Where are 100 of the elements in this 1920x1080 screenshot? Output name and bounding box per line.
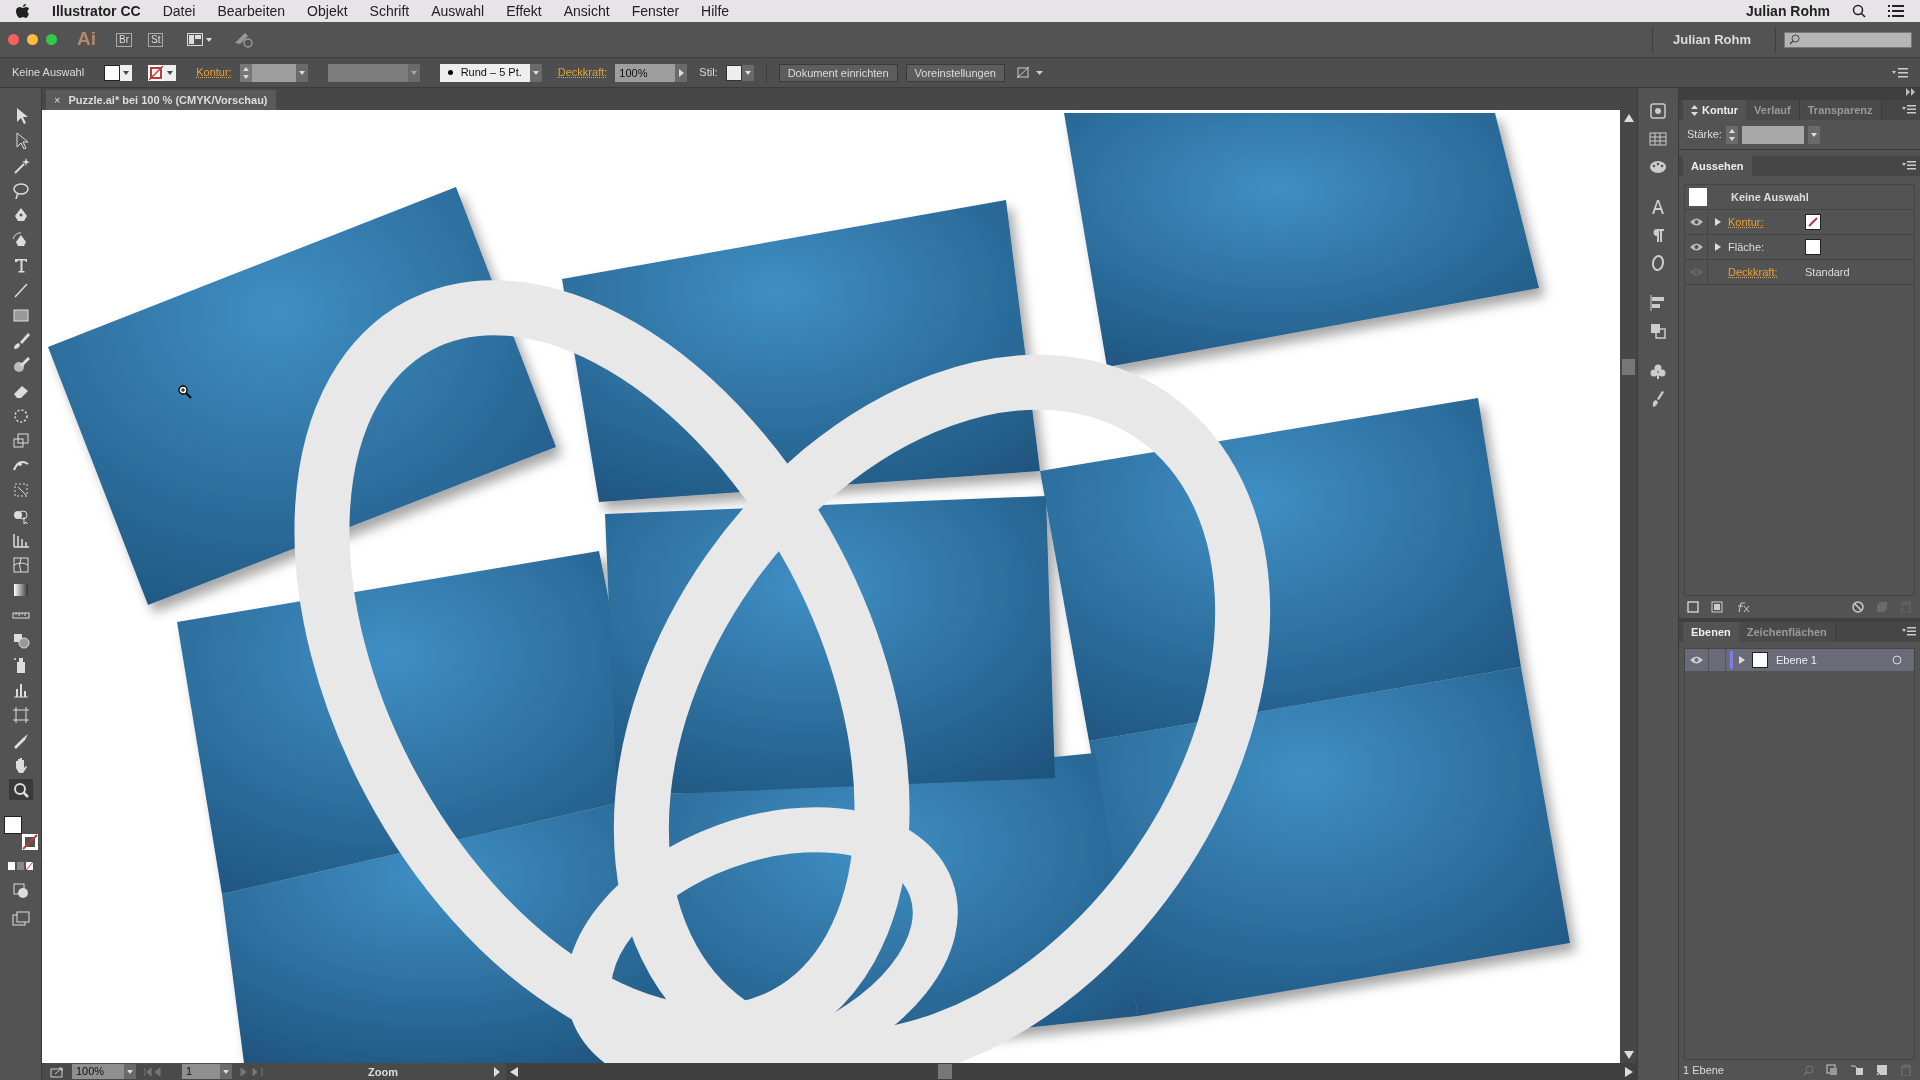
document-tab[interactable]: × Puzzle.ai* bei 100 % (CMYK/Vorschau)	[46, 90, 276, 110]
menu-item[interactable]: Ansicht	[563, 0, 610, 22]
expand-triangle-icon[interactable]	[1715, 243, 1721, 251]
share-icon[interactable]	[50, 1065, 64, 1078]
appearance-link[interactable]: Deckkraft:	[1728, 263, 1805, 281]
pathfinder-icon[interactable]	[1649, 322, 1667, 340]
scroll-down-icon[interactable]	[1623, 1051, 1634, 1059]
stock-button[interactable]: St	[148, 32, 164, 47]
status-menu-arrow-icon[interactable]	[492, 1066, 502, 1077]
scale-tool-icon[interactable]	[11, 430, 30, 449]
stroke-weight-field[interactable]	[1741, 125, 1804, 144]
menu-item[interactable]: Hilfe	[701, 0, 730, 22]
tab-close-icon[interactable]: ×	[54, 91, 61, 109]
panel-tab[interactable]: Zeichenflächen	[1738, 622, 1836, 642]
zoom-level-field[interactable]: 100%	[72, 1064, 124, 1079]
stroke-none-swatch-icon[interactable]	[21, 834, 38, 850]
arrange-documents-icon[interactable]	[187, 32, 214, 47]
panel-menu-icon[interactable]	[1902, 105, 1916, 114]
close-window-icon[interactable]	[8, 34, 19, 45]
panel-menu-icon[interactable]	[1902, 627, 1916, 636]
stroke-none-swatch-icon[interactable]	[148, 64, 165, 81]
panel-tab[interactable]: Verlauf	[1746, 100, 1800, 120]
swatches-icon[interactable]	[1649, 130, 1667, 148]
scroll-thumb[interactable]	[938, 1064, 952, 1079]
panel-tab[interactable]: Kontur	[1683, 100, 1747, 120]
zoom-tool-icon[interactable]	[11, 780, 30, 799]
clear-appearance-icon[interactable]	[1852, 601, 1864, 613]
menu-item[interactable]: Auswahl	[431, 0, 485, 22]
horizontal-scrollbar[interactable]	[506, 1063, 1637, 1080]
menu-item[interactable]: Schrift	[369, 0, 410, 22]
free-transform-tool-icon[interactable]	[11, 480, 30, 499]
scroll-right-icon[interactable]	[1625, 1066, 1633, 1077]
minimize-window-icon[interactable]	[27, 34, 38, 45]
opacity-label[interactable]: Deckkraft:	[557, 64, 608, 81]
vertical-scrollbar[interactable]	[1620, 110, 1637, 1063]
fill-color-swatch[interactable]	[3, 816, 22, 834]
scroll-left-icon[interactable]	[510, 1066, 518, 1077]
scroll-thumb[interactable]	[1622, 358, 1635, 375]
workspace-switcher[interactable]: Julian Rohm	[1673, 29, 1751, 50]
visibility-eye-icon[interactable]	[1689, 218, 1703, 226]
add-fill-icon[interactable]	[1711, 601, 1723, 613]
character-icon[interactable]	[1649, 198, 1667, 216]
appearance-link[interactable]: Kontur:	[1728, 213, 1805, 231]
panel-tab[interactable]: Transparenz	[1799, 100, 1882, 120]
apple-logo-icon[interactable]	[16, 3, 30, 19]
menu-item[interactable]: Effekt	[506, 0, 542, 22]
color-mode-icons[interactable]	[7, 862, 34, 871]
opentype-icon[interactable]	[1649, 254, 1667, 272]
brush-definition-dropdown[interactable]: Rund – 5 Pt.	[439, 63, 530, 82]
graphic-style-swatch[interactable]	[725, 64, 742, 81]
panel-tab[interactable]: Ebenen	[1683, 622, 1739, 642]
list-menu-icon[interactable]	[1888, 5, 1904, 17]
search-field[interactable]	[1784, 31, 1912, 48]
app-name-menu[interactable]: Illustrator CC	[52, 0, 141, 22]
artboard-number-field[interactable]: 1	[182, 1064, 220, 1079]
target-circle-icon[interactable]	[1892, 655, 1902, 665]
symbols-icon[interactable]	[1649, 362, 1667, 380]
expand-triangle-icon[interactable]	[1739, 656, 1746, 664]
stepper-icon[interactable]	[1725, 125, 1738, 144]
control-bar-button[interactable]: Dokument einrichten	[778, 63, 898, 82]
align-icon[interactable]	[1649, 294, 1667, 312]
new-sublayer-icon[interactable]	[1850, 1064, 1864, 1076]
mesh-tool-icon[interactable]	[11, 555, 30, 574]
clipping-mask-icon[interactable]	[1826, 1064, 1838, 1076]
fill-swatch-icon[interactable]	[1805, 239, 1821, 255]
screen-mode-icon[interactable]	[11, 911, 30, 927]
panel-collapse-arrows-icon[interactable]	[1691, 104, 1698, 116]
expand-triangle-icon[interactable]	[1715, 218, 1721, 226]
lasso-tool-icon[interactable]	[11, 180, 30, 199]
stepper-icon[interactable]	[239, 63, 252, 82]
paintbrush-tool-icon[interactable]	[11, 330, 30, 349]
zoom-window-icon[interactable]	[46, 34, 57, 45]
stroke-none-swatch-icon[interactable]	[1805, 214, 1821, 230]
color-guide-icon[interactable]	[1649, 102, 1667, 120]
menu-item[interactable]: Objekt	[307, 0, 348, 22]
bridge-button[interactable]: Br	[116, 32, 132, 47]
artboard-tool-icon[interactable]	[11, 705, 30, 724]
opacity-field[interactable]: 100%	[615, 63, 676, 82]
fill-swatch[interactable]	[104, 64, 121, 81]
layer-row[interactable]: Ebene 1	[1685, 649, 1914, 671]
new-layer-icon[interactable]	[1876, 1064, 1888, 1076]
control-bar-button[interactable]: Voreinstellungen	[905, 63, 1005, 82]
search-icon[interactable]	[1852, 4, 1866, 18]
visibility-eye-icon[interactable]	[1690, 656, 1703, 664]
menu-item[interactable]: Datei	[162, 0, 196, 22]
panel-menu-icon[interactable]	[1892, 67, 1908, 78]
menu-item[interactable]: Fenster	[631, 0, 680, 22]
scroll-up-icon[interactable]	[1623, 114, 1634, 122]
draw-mode-icon[interactable]	[12, 883, 29, 899]
current-tool-status[interactable]: Zoom	[278, 1064, 488, 1079]
menu-item[interactable]: Bearbeiten	[217, 0, 286, 22]
blob-brush-tool-icon[interactable]	[11, 355, 30, 374]
isolate-object-icon[interactable]	[1016, 65, 1045, 80]
stroke-weight-label[interactable]: Kontur:	[196, 64, 232, 81]
color-palette-icon[interactable]	[1649, 158, 1667, 176]
add-stroke-icon[interactable]	[1687, 601, 1699, 613]
stroke-weight-field[interactable]	[251, 63, 296, 82]
variable-width-profile-field[interactable]	[327, 63, 408, 82]
panel-menu-icon[interactable]	[1902, 161, 1916, 170]
visibility-eye-icon[interactable]	[1689, 243, 1703, 251]
